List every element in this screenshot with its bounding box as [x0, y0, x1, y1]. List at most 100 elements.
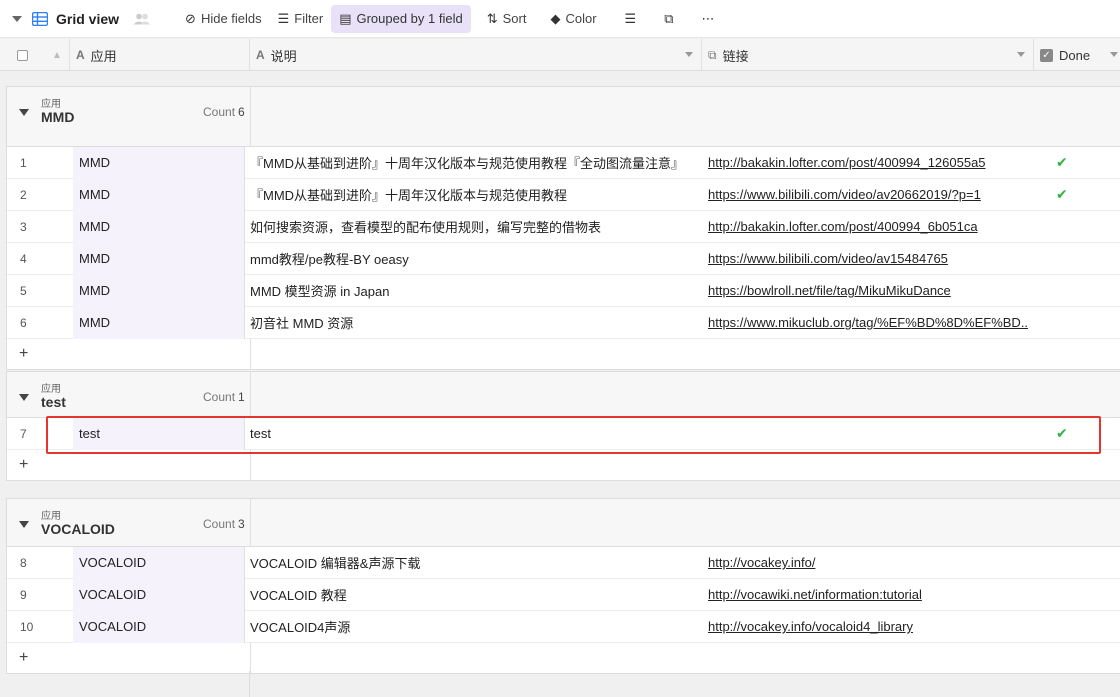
view-switcher[interactable]: Grid view — [28, 5, 159, 33]
table-row[interactable]: 5 MMD MMD 模型资源 in Japan https://bowlroll… — [7, 274, 1120, 307]
group-header[interactable]: 应用 VOCALOID Count 3 — [7, 499, 1120, 547]
cell-desc[interactable]: 初音社 MMD 资源 — [245, 307, 698, 339]
table-row[interactable]: 1 MMD 『MMD从基础到进阶』十周年汉化版本与规范使用教程『全动图流量注意』… — [7, 146, 1120, 179]
sort-button[interactable]: ⇅ Sort — [479, 5, 535, 33]
cell-link[interactable]: https://www.mikuclub.org/tag/%EF%BD%8D%E… — [698, 307, 1028, 339]
add-row-button[interactable]: + — [7, 450, 1120, 480]
cell-desc[interactable]: mmd教程/pe教程-BY oeasy — [245, 243, 698, 275]
filter-button[interactable]: ☰ Filter — [270, 5, 332, 33]
cell-done[interactable] — [1028, 547, 1118, 579]
cell-done[interactable] — [1028, 243, 1118, 275]
select-all-checkbox[interactable] — [17, 49, 28, 61]
group-value: MMD — [41, 109, 75, 125]
check-icon[interactable]: ✔ — [1028, 418, 1118, 450]
cell-app[interactable]: VOCALOID — [73, 610, 245, 643]
count-label: Count — [203, 105, 236, 119]
more-options-button[interactable]: ⋯ — [694, 5, 723, 33]
column-header-link[interactable]: ⧉ 链接 — [702, 39, 1034, 71]
cell-done[interactable] — [1028, 579, 1118, 611]
cell-link[interactable]: http://vocakey.info/vocaloid4_library — [698, 611, 1028, 643]
row-number: 3 — [20, 219, 27, 234]
group-count: Count 3 — [203, 517, 245, 531]
cell-app[interactable]: MMD — [73, 306, 245, 339]
cell-desc[interactable]: test — [245, 418, 698, 450]
plus-icon: + — [19, 649, 29, 666]
collapse-triangle-icon[interactable] — [19, 394, 29, 401]
cell-app[interactable]: MMD — [73, 274, 245, 307]
add-row-button[interactable]: + — [7, 339, 1120, 369]
check-icon[interactable]: ✔ — [1028, 147, 1118, 179]
cell-desc[interactable]: 『MMD从基础到进阶』十周年汉化版本与规范使用教程 — [245, 179, 698, 211]
add-row-button[interactable]: + — [7, 643, 1120, 673]
column-header-app[interactable]: A 应用 — [70, 39, 250, 71]
cell-link[interactable]: http://vocakey.info/ — [698, 547, 1028, 579]
cell-link[interactable] — [698, 418, 1028, 450]
collapse-triangle-icon[interactable] — [19, 521, 29, 528]
count-label: Count — [203, 390, 236, 404]
cell-link[interactable]: https://www.bilibili.com/video/av1548476… — [698, 243, 1028, 275]
cell-desc[interactable]: VOCALOID 编辑器&声源下载 — [245, 547, 698, 579]
cell-desc[interactable]: VOCALOID 教程 — [245, 579, 698, 611]
cell-app[interactable]: VOCALOID — [73, 546, 245, 579]
row-height-button[interactable]: ☰ — [617, 5, 645, 33]
table-row[interactable]: 3 MMD 如何搜索资源，查看模型的配布使用规则，编写完整的借物表 http:/… — [7, 210, 1120, 243]
chevron-down-icon — [12, 15, 22, 22]
cell-done[interactable] — [1028, 611, 1118, 643]
cell-done[interactable] — [1028, 211, 1118, 243]
table-row[interactable]: 4 MMD mmd教程/pe教程-BY oeasy https://www.bi… — [7, 242, 1120, 275]
select-all-cell: ▲ — [0, 39, 70, 71]
cell-desc[interactable]: VOCALOID4声源 — [245, 611, 698, 643]
cell-desc[interactable]: MMD 模型资源 in Japan — [245, 275, 698, 307]
table-row[interactable]: 6 MMD 初音社 MMD 资源 https://www.mikuclub.or… — [7, 306, 1120, 339]
row-number: 6 — [20, 315, 27, 330]
more-icon: ⋯ — [701, 10, 715, 26]
cell-app[interactable]: MMD — [73, 178, 245, 211]
group-field-name: 应用 — [41, 384, 61, 395]
column-header-done[interactable]: ✓ Done — [1034, 39, 1120, 71]
row-number: 10 — [20, 619, 34, 634]
cell-app[interactable]: MMD — [73, 210, 245, 243]
row-number: 8 — [20, 555, 27, 570]
cell-link[interactable]: http://vocawiki.net/information:tutorial — [698, 579, 1028, 611]
cell-app[interactable]: VOCALOID — [73, 578, 245, 611]
column-menu-icon[interactable] — [685, 52, 693, 57]
row-number: 2 — [20, 187, 27, 202]
view-toolbar: Grid view ⊘ Hide fields ☰ Filter ▤ Group… — [0, 0, 1120, 38]
cell-desc[interactable]: 如何搜索资源，查看模型的配布使用规则，编写完整的借物表 — [245, 211, 698, 243]
share-view-button[interactable]: ⧉ — [656, 5, 681, 33]
cell-desc[interactable]: 『MMD从基础到进阶』十周年汉化版本与规范使用教程『全动图流量注意』 — [245, 147, 698, 179]
group-header[interactable]: 应用 test Count 1 — [7, 372, 1120, 418]
group-field-name: 应用 — [41, 99, 61, 110]
hide-fields-button[interactable]: ⊘ Hide fields — [177, 5, 270, 33]
collapse-triangle-icon[interactable] — [19, 109, 29, 116]
checkbox-field-icon: ✓ — [1040, 48, 1053, 62]
table-row[interactable]: 8 VOCALOID VOCALOID 编辑器&声源下载 http://voca… — [7, 546, 1120, 579]
row-number: 9 — [20, 587, 27, 602]
column-menu-icon[interactable] — [1110, 52, 1118, 57]
column-menu-icon[interactable] — [1017, 52, 1025, 57]
group-header[interactable]: 应用 MMD Count 6 — [7, 87, 1120, 147]
cell-done[interactable] — [1028, 307, 1118, 339]
column-divider — [249, 671, 250, 697]
cell-link[interactable]: http://bakakin.lofter.com/post/400994_12… — [698, 147, 1028, 179]
cell-app[interactable]: MMD — [73, 242, 245, 275]
cell-link[interactable]: https://bowlroll.net/file/tag/MikuMikuDa… — [698, 275, 1028, 307]
cell-link[interactable]: http://bakakin.lofter.com/post/400994_6b… — [698, 211, 1028, 243]
table-row[interactable]: 9 VOCALOID VOCALOID 教程 http://vocawiki.n… — [7, 578, 1120, 611]
view-name: Grid view — [56, 10, 120, 27]
color-button[interactable]: ◆ Color — [542, 5, 604, 33]
table-row[interactable]: 7 test test ✔ — [7, 417, 1120, 450]
cell-link[interactable]: https://www.bilibili.com/video/av2066201… — [698, 179, 1028, 211]
check-icon[interactable]: ✔ — [1028, 179, 1118, 211]
table-row[interactable]: 10 VOCALOID VOCALOID4声源 http://vocakey.i… — [7, 610, 1120, 643]
cell-app[interactable]: MMD — [73, 146, 245, 179]
group-value: VOCALOID — [41, 521, 115, 537]
cell-app[interactable]: test — [73, 417, 245, 450]
views-toggle[interactable] — [0, 5, 28, 33]
text-field-icon: A — [76, 48, 85, 62]
group-vocaloid: 应用 VOCALOID Count 3 8 VOCALOID VOCALOID 编… — [6, 498, 1120, 674]
group-button[interactable]: ▤ Grouped by 1 field — [331, 4, 471, 33]
cell-done[interactable] — [1028, 275, 1118, 307]
column-header-desc[interactable]: A 说明 — [250, 39, 702, 71]
table-row[interactable]: 2 MMD 『MMD从基础到进阶』十周年汉化版本与规范使用教程 https://… — [7, 178, 1120, 211]
